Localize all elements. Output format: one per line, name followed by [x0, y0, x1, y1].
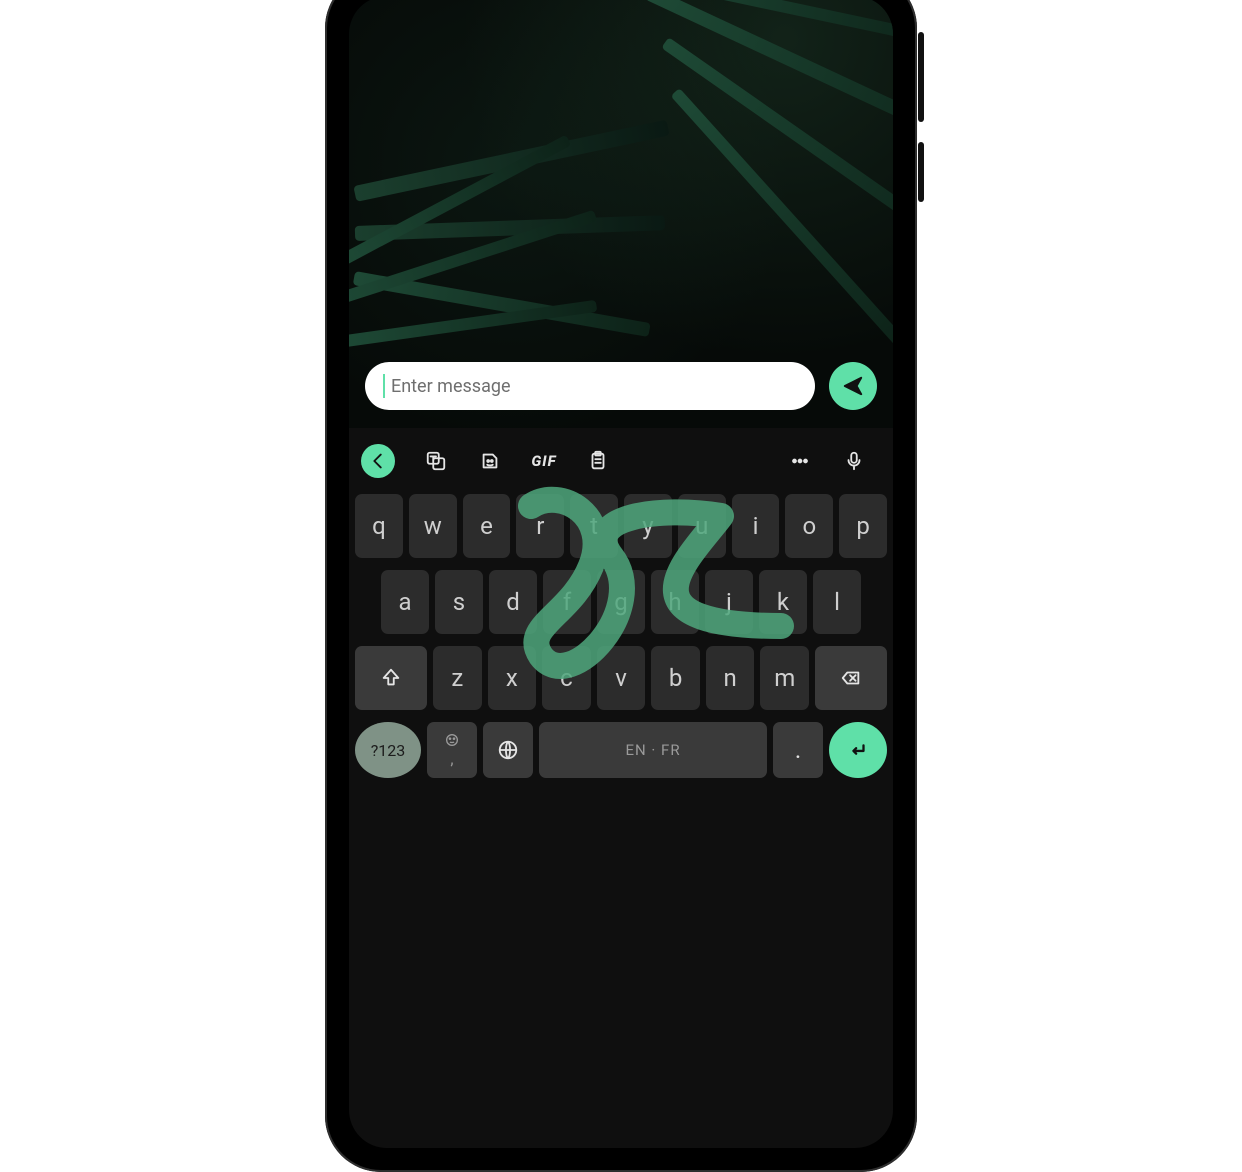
key-t[interactable]: t — [570, 494, 618, 558]
suggestion-bar: GIF — [355, 436, 887, 486]
gif-label: GIF — [531, 452, 556, 470]
key-enter[interactable] — [829, 722, 887, 778]
key-l[interactable]: l — [813, 570, 861, 634]
message-placeholder: Enter message — [391, 376, 511, 397]
keyboard-rows: q w e r t y u i o p a s d f g h — [355, 494, 887, 778]
translate-button[interactable] — [409, 441, 463, 481]
key-z[interactable]: z — [433, 646, 482, 710]
compose-bar: Enter message — [365, 362, 877, 410]
clipboard-button[interactable] — [571, 441, 625, 481]
keyboard: GIF q w e r t — [349, 428, 893, 1148]
key-x[interactable]: x — [488, 646, 537, 710]
chevron-left-icon — [367, 450, 389, 472]
key-k[interactable]: k — [759, 570, 807, 634]
mic-icon — [843, 450, 865, 472]
emoji-icon — [444, 732, 460, 748]
more-button[interactable] — [773, 441, 827, 481]
translate-icon — [425, 450, 447, 472]
mic-button[interactable] — [827, 441, 881, 481]
phone-frame: Enter message GIF — [325, 0, 917, 1172]
key-h[interactable]: h — [651, 570, 699, 634]
key-p[interactable]: p — [839, 494, 887, 558]
key-m[interactable]: m — [760, 646, 809, 710]
suggestion-collapse-button[interactable] — [361, 444, 395, 478]
keyboard-row-3: z x c v b n m — [355, 646, 887, 710]
key-language[interactable] — [483, 722, 533, 778]
key-numbers[interactable]: ?123 — [355, 722, 421, 778]
key-j[interactable]: j — [705, 570, 753, 634]
key-a[interactable]: a — [381, 570, 429, 634]
leaf-decoration — [349, 300, 597, 348]
key-o[interactable]: o — [785, 494, 833, 558]
keyboard-row-2: a s d f g h j k l — [355, 570, 887, 634]
send-button[interactable] — [829, 362, 877, 410]
keyboard-row-4: ?123 , EN · FR . — [355, 722, 887, 778]
key-g[interactable]: g — [597, 570, 645, 634]
key-shift[interactable] — [355, 646, 427, 710]
key-e[interactable]: e — [463, 494, 511, 558]
key-y[interactable]: y — [624, 494, 672, 558]
key-comma-label: , — [450, 749, 453, 768]
key-c[interactable]: c — [542, 646, 591, 710]
key-q[interactable]: q — [355, 494, 403, 558]
chat-background: Enter message — [349, 0, 893, 428]
keyboard-row-1: q w e r t y u i o p — [355, 494, 887, 558]
key-n[interactable]: n — [706, 646, 755, 710]
gif-button[interactable]: GIF — [517, 441, 571, 481]
globe-icon — [497, 739, 519, 761]
leaf-decoration — [354, 120, 670, 202]
message-input[interactable]: Enter message — [365, 362, 815, 410]
clipboard-icon — [587, 450, 609, 472]
key-v[interactable]: v — [597, 646, 646, 710]
key-emoji[interactable]: , — [427, 722, 477, 778]
key-d[interactable]: d — [489, 570, 537, 634]
key-backspace[interactable] — [815, 646, 887, 710]
text-caret — [383, 374, 385, 398]
enter-icon — [847, 739, 869, 761]
phone-screen: Enter message GIF — [349, 0, 893, 1148]
key-u[interactable]: u — [678, 494, 726, 558]
shift-icon — [380, 667, 402, 689]
key-period[interactable]: . — [773, 722, 823, 778]
key-s[interactable]: s — [435, 570, 483, 634]
key-i[interactable]: i — [732, 494, 780, 558]
leaf-decoration — [661, 37, 893, 254]
send-icon — [842, 375, 864, 397]
key-f[interactable]: f — [543, 570, 591, 634]
phone-side-button — [918, 32, 924, 122]
key-space[interactable]: EN · FR — [539, 722, 767, 778]
backspace-icon — [840, 667, 862, 689]
key-w[interactable]: w — [409, 494, 457, 558]
key-b[interactable]: b — [651, 646, 700, 710]
phone-side-button — [918, 142, 924, 202]
key-r[interactable]: r — [516, 494, 564, 558]
leaf-decoration — [349, 135, 571, 268]
more-icon — [789, 450, 811, 472]
sticker-icon — [479, 450, 501, 472]
sticker-button[interactable] — [463, 441, 517, 481]
